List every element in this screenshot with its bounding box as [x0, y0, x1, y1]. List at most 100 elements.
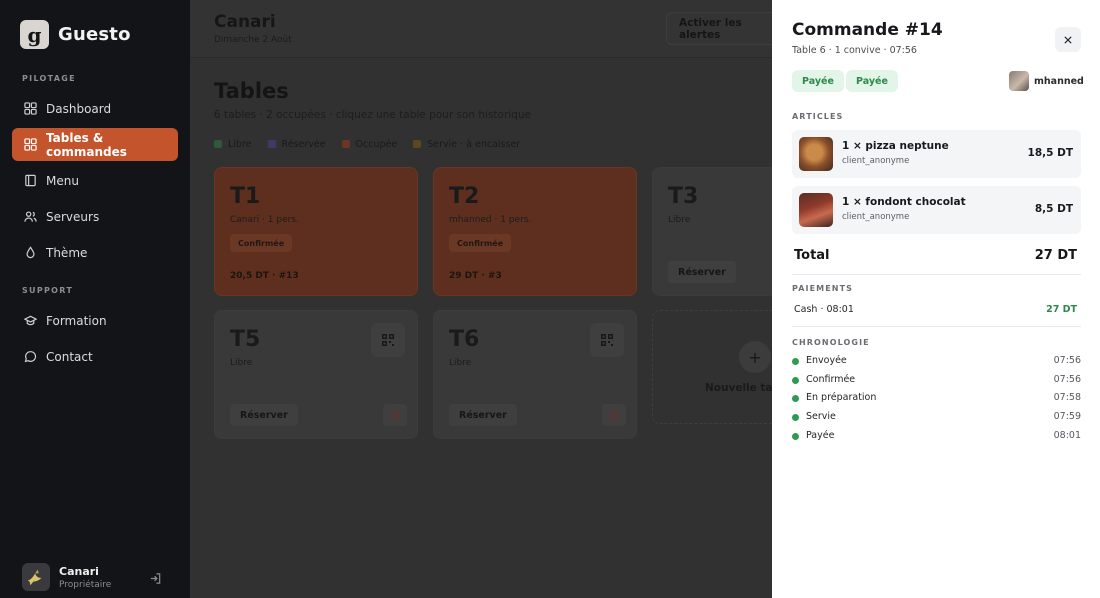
total-value: 27 DT — [1034, 248, 1077, 263]
legend-item: Occupée — [341, 139, 397, 150]
timeline-row: Envoyée 07:56 — [792, 355, 1081, 369]
timeline-row: Confirmée 07:56 — [792, 374, 1081, 388]
timeline-event: Servie — [806, 411, 836, 422]
table-name: T6 — [449, 327, 480, 352]
profile-role: Propriétaire — [59, 579, 112, 590]
profile-card[interactable]: Canari Propriétaire — [12, 555, 178, 598]
total-label: Total — [794, 248, 830, 263]
status-badge: Payée — [792, 70, 844, 92]
table-name: T3 — [668, 184, 699, 209]
reserve-button[interactable]: Réserver — [668, 261, 736, 283]
legend-swatch — [214, 140, 222, 148]
status-dot — [792, 358, 799, 365]
timeline-event: Confirmée — [806, 374, 856, 385]
divider — [792, 274, 1081, 275]
trash-icon[interactable] — [602, 404, 626, 426]
status-dot — [792, 414, 799, 421]
status-dot — [792, 395, 799, 402]
sidebar-item-contact[interactable]: Contact — [12, 340, 178, 373]
table-card-t1[interactable]: T1 Canari · 1 pers. Confirmée 20,5 DT · … — [214, 167, 418, 296]
qr-code-icon[interactable] — [371, 323, 405, 357]
table-subtitle: Libre — [230, 358, 253, 368]
order-title: Commande #14 — [792, 20, 943, 40]
reserve-button[interactable]: Réserver — [449, 404, 517, 426]
plus-icon: + — [739, 341, 771, 373]
sidebar-item-label: Contact — [46, 349, 93, 364]
trash-icon[interactable] — [383, 404, 407, 426]
logout-icon[interactable] — [149, 570, 162, 584]
legend-label: Réservée — [281, 139, 326, 150]
sidebar-item-formation[interactable]: Formation — [12, 304, 178, 337]
sidebar-item-label: Dashboard — [46, 101, 112, 116]
user-chip: mhanned — [1009, 71, 1084, 91]
user-avatar — [1009, 71, 1029, 91]
timeline-event: Envoyée — [806, 355, 847, 366]
tables-icon — [24, 138, 37, 151]
timeline-row: En préparation 07:58 — [792, 392, 1081, 406]
legend-item: Servie · à encaisser — [413, 139, 520, 150]
sidebar-item-theme[interactable]: Thème — [12, 236, 178, 269]
article-name: 1 × fondont chocolat — [842, 196, 966, 208]
payment-method: Cash · 08:01 — [794, 304, 854, 315]
canari-avatar — [22, 563, 50, 591]
sidebar-item-tables[interactable]: Tables & commandes — [12, 128, 178, 161]
graduation-cap-icon — [24, 314, 37, 327]
sidebar-item-serveurs[interactable]: Serveurs — [12, 200, 178, 233]
table-subtitle: Libre — [668, 215, 691, 225]
chat-bubble-icon — [24, 350, 37, 363]
venue-date: Dimanche 2 Août — [214, 35, 292, 45]
page-title: Tables — [214, 79, 289, 103]
enable-alerts-button[interactable]: Activer les alertes — [666, 12, 786, 45]
table-name: T1 — [230, 184, 261, 209]
droplet-icon — [24, 246, 37, 259]
divider — [792, 326, 1081, 327]
sidebar-item-label: Tables & commandes — [46, 130, 127, 159]
timeline-time: 07:58 — [1053, 392, 1081, 403]
payment-amount: 27 DT — [1046, 304, 1077, 315]
table-name: T5 — [230, 327, 261, 352]
table-card-t5[interactable]: T5 Libre Réserver — [214, 310, 418, 439]
timeline-event: Payée — [806, 430, 835, 441]
legend-label: Libre — [228, 139, 252, 150]
status-legend: Libre Réservée Occupée Servie · à encais… — [214, 139, 520, 150]
status-badge: Confirmée — [230, 234, 293, 252]
timeline-time: 08:01 — [1053, 430, 1081, 441]
sidebar-item-dashboard[interactable]: Dashboard — [12, 92, 178, 125]
legend-label: Servie · à encaisser — [427, 139, 521, 150]
legend-swatch — [413, 140, 422, 148]
menu-book-icon — [24, 174, 37, 187]
timeline-event: En préparation — [806, 392, 877, 403]
table-card-t2[interactable]: T2 mhanned · 1 pers. Confirmée 29 DT · #… — [433, 167, 637, 296]
guesto-logo: g — [20, 20, 49, 49]
sidebar-item-menu[interactable]: Menu — [12, 164, 178, 197]
qr-code-icon[interactable] — [590, 323, 624, 357]
chocolate-cake-thumbnail — [799, 193, 833, 227]
brand[interactable]: g Guesto — [20, 20, 131, 49]
table-card-t6[interactable]: T6 Libre Réserver — [433, 310, 637, 439]
table-subtitle: Libre — [449, 358, 472, 368]
order-drawer: Commande #14 Table 6 · 1 convive · 07:56… — [772, 0, 1100, 598]
timeline-time: 07:56 — [1053, 374, 1081, 385]
article-price: 18,5 DT — [1027, 147, 1073, 159]
article-price: 8,5 DT — [1034, 203, 1073, 215]
sidebar-item-label: Serveurs — [46, 209, 100, 224]
sidebar-item-label: Thème — [46, 245, 88, 260]
page-subtitle: 6 tables · 2 occupées · cliquez une tabl… — [214, 109, 531, 121]
reserve-button[interactable]: Réserver — [230, 404, 298, 426]
timeline-row: Payée 08:01 — [792, 430, 1081, 444]
sidebar-item-label: Formation — [46, 313, 107, 328]
table-name: T2 — [449, 184, 480, 209]
pizza-thumbnail — [799, 137, 833, 171]
status-badge: Confirmée — [449, 234, 512, 252]
dashboard-icon — [24, 102, 37, 115]
timeline-time: 07:59 — [1053, 411, 1081, 422]
section-label-pilotage: PILOTAGE — [22, 74, 76, 83]
close-button[interactable] — [1055, 27, 1081, 52]
article-row: 1 × fondont chocolat client_anonyme 8,5 … — [792, 186, 1081, 234]
status-dot — [792, 377, 799, 384]
table-footer: 20,5 DT · #13 — [230, 271, 299, 281]
sidebar-item-label: Menu — [46, 173, 79, 188]
table-footer: 29 DT · #3 — [449, 271, 502, 281]
legend-swatch — [341, 140, 350, 148]
article-client: client_anonyme — [842, 212, 910, 222]
